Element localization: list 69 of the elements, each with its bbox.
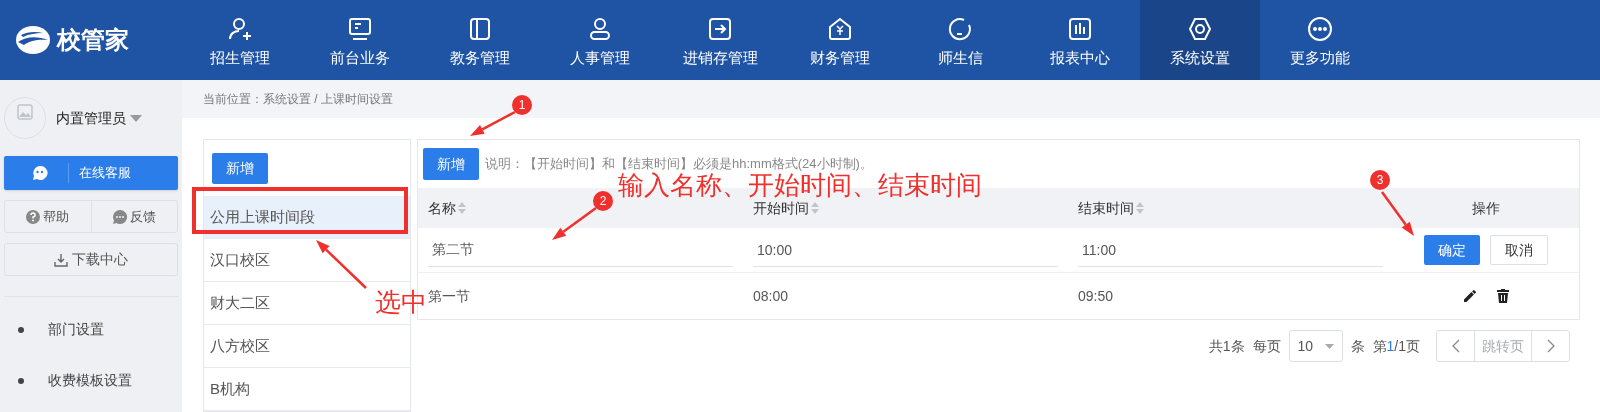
online-service-button[interactable]: 在线客服 — [4, 156, 178, 190]
chart-icon — [1067, 15, 1093, 42]
sort-icon[interactable] — [458, 202, 466, 214]
page-size-select[interactable]: 10 — [1288, 330, 1343, 362]
monitor-icon — [347, 15, 373, 42]
campus-item[interactable]: 汉口校区 — [204, 239, 364, 281]
table-cell: 08:00 — [753, 288, 789, 304]
money-house-icon — [827, 15, 853, 42]
download-center-button[interactable]: 下载中心 — [4, 243, 178, 276]
chat-face-icon — [947, 15, 973, 42]
annotation-arrow — [552, 207, 597, 240]
chat-bubble-icon — [112, 209, 127, 224]
column-header: 操作 — [1472, 198, 1500, 218]
annotation-text: 选中 — [375, 288, 427, 316]
feedback-button[interactable]: 反馈 — [91, 201, 177, 232]
campus-item[interactable]: B机构 — [204, 368, 364, 410]
campus-item[interactable]: 八方校区 — [204, 325, 364, 367]
total-count: 共1条 — [1208, 336, 1245, 356]
sort-icon[interactable] — [811, 202, 819, 214]
logo-icon — [15, 25, 51, 55]
table-cell: 第一节 — [428, 288, 470, 304]
person-icon — [587, 15, 613, 42]
chat-icon — [32, 165, 48, 181]
picture-placeholder-icon — [17, 104, 33, 120]
delete-icon[interactable] — [1497, 289, 1509, 303]
nav-tab[interactable]: 报表中心 — [1020, 0, 1140, 80]
menu-item[interactable]: 收费模板设置 — [4, 370, 178, 391]
format-note: 说明：【开始时间】和【结束时间】必须是hh:mm格式(24小时制)。 — [485, 155, 873, 172]
nav-tab[interactable]: 更多功能 — [1260, 0, 1380, 80]
nav-tab[interactable]: 前台业务 — [300, 0, 420, 80]
logo-text: 校管家 — [57, 25, 129, 55]
nav-tab[interactable]: 招生管理 — [180, 0, 300, 80]
person-plus-icon — [227, 15, 253, 42]
confirm-button[interactable]: 确定 — [1424, 235, 1480, 265]
column-header[interactable]: 名称 — [428, 197, 466, 219]
help-button[interactable]: 帮助 — [5, 201, 92, 232]
page-indicator: 第1/1页 — [1372, 336, 1420, 356]
campus-item[interactable]: 财大二区 — [204, 282, 364, 324]
nav-tab[interactable]: 进销存管理 — [660, 0, 780, 80]
download-icon — [54, 252, 68, 267]
nav-tab[interactable]: 人事管理 — [540, 0, 660, 80]
menu-item[interactable]: 部门设置 — [4, 319, 178, 340]
annotation-text: 输入名称、开始时间、结束时间 — [618, 171, 982, 199]
add-button[interactable]: 新增 — [423, 148, 479, 180]
annotation-arrow — [316, 240, 367, 289]
caret-icon — [1324, 343, 1334, 349]
annotation-arrow — [470, 110, 516, 136]
settings-icon — [1187, 15, 1213, 42]
per-page-label: 每页 — [1252, 336, 1281, 356]
column-header[interactable]: 结束时间 — [1078, 197, 1144, 219]
annotation-arrow — [1381, 191, 1414, 236]
edit-icon[interactable] — [1463, 289, 1477, 303]
column-header[interactable]: 开始时间 — [753, 197, 819, 219]
more-icon — [1307, 15, 1333, 42]
nav-tab[interactable]: 师生信 — [900, 0, 1020, 80]
arrow-box-icon — [707, 15, 733, 42]
sort-icon[interactable] — [1136, 202, 1144, 214]
nav-tab[interactable]: 财务管理 — [780, 0, 900, 80]
cancel-button[interactable]: 取消 — [1490, 235, 1548, 265]
nav-tab[interactable]: 系统设置 — [1140, 0, 1260, 80]
add-button[interactable]: 新增 — [212, 152, 268, 184]
caret-icon[interactable] — [130, 114, 142, 122]
user-name[interactable]: 内置管理员 — [56, 107, 126, 129]
nav-tab[interactable]: 教务管理 — [420, 0, 540, 80]
per-page-unit: 条 — [1350, 336, 1365, 356]
table-cell: 09:50 — [1078, 288, 1114, 304]
help-icon — [26, 209, 41, 224]
panel-icon — [467, 15, 493, 42]
breadcrumb: 当前位置：系统设置 / 上课时间设置 — [203, 91, 393, 108]
